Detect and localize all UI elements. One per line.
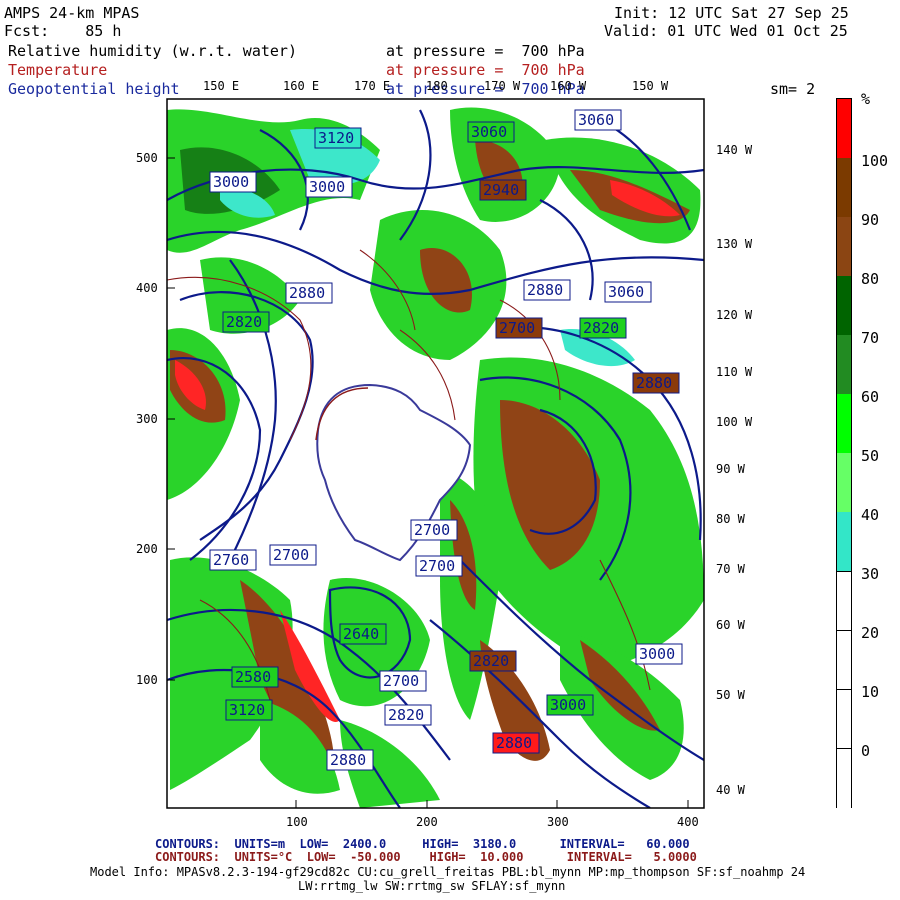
height-label-box: 2880 bbox=[285, 282, 333, 304]
height-label-text: 2820 bbox=[388, 706, 424, 724]
height-label-text: 2580 bbox=[235, 668, 271, 686]
height-label-box: 2700 bbox=[379, 670, 427, 692]
height-label-box: 2820 bbox=[384, 704, 432, 726]
colorbar bbox=[836, 98, 852, 808]
colorbar-segment bbox=[837, 689, 851, 749]
height-label-text: 2880 bbox=[636, 374, 672, 392]
colorbar-segment bbox=[837, 571, 851, 631]
height-label-box: 2700 bbox=[410, 519, 458, 541]
height-label-box: 2760 bbox=[209, 549, 257, 571]
colorbar-segment bbox=[837, 335, 851, 394]
height-label-box: 2820 bbox=[222, 311, 270, 333]
height-label-text: 3000 bbox=[309, 178, 345, 196]
height-label-box: 3060 bbox=[574, 109, 622, 131]
footer-height-contours: CONTOURS: UNITS=m LOW= 2400.0 HIGH= 3180… bbox=[155, 837, 690, 851]
height-label-text: 2700 bbox=[273, 546, 309, 564]
colorbar-label: 30 bbox=[861, 565, 880, 583]
height-label-text: 2640 bbox=[343, 625, 379, 643]
colorbar-label: 70 bbox=[861, 329, 880, 347]
colorbar-unit: % bbox=[861, 90, 871, 108]
height-label-text: 2880 bbox=[496, 734, 532, 752]
height-label-text: 2700 bbox=[419, 557, 455, 575]
colorbar-label: 100 bbox=[861, 152, 889, 170]
height-label-box: 3060 bbox=[467, 121, 515, 143]
height-label-text: 3000 bbox=[550, 696, 586, 714]
height-label-box: 3000 bbox=[209, 171, 257, 193]
colorbar-label: 60 bbox=[861, 388, 880, 406]
colorbar-segment bbox=[837, 512, 851, 571]
height-label-box: 2880 bbox=[326, 749, 374, 771]
height-label-box: 2820 bbox=[469, 650, 517, 672]
height-label-text: 3060 bbox=[471, 123, 507, 141]
colorbar-label: 50 bbox=[861, 447, 880, 465]
colorbar-label: 80 bbox=[861, 270, 880, 288]
height-label-text: 2880 bbox=[527, 281, 563, 299]
weather-map: 3120 3060 3060 3000 3000 2940 2880 2820 … bbox=[166, 98, 705, 809]
colorbar-label: 40 bbox=[861, 506, 880, 524]
height-label-box: 2640 bbox=[339, 623, 387, 645]
height-label-text: 2820 bbox=[226, 313, 262, 331]
map-area: 3120 3060 3060 3000 3000 2940 2880 2820 … bbox=[167, 99, 704, 808]
height-label-box: 2940 bbox=[479, 179, 527, 201]
height-label-box: 2880 bbox=[632, 372, 680, 394]
height-label-text: 3120 bbox=[318, 129, 354, 147]
colorbar-label: 90 bbox=[861, 211, 880, 229]
footer-model-info-2: LW:rrtmg_lw SW:rrtmg_sw SFLAY:sf_mynn bbox=[298, 879, 566, 893]
height-label-text: 2820 bbox=[583, 319, 619, 337]
height-label-box: 2700 bbox=[495, 317, 543, 339]
colorbar-label: 10 bbox=[861, 683, 880, 701]
footer-model-info: Model Info: MPASv8.2.3-194-gf29cd82c CU:… bbox=[90, 865, 806, 879]
height-label-box: 2880 bbox=[492, 732, 540, 754]
height-label-text: 3060 bbox=[608, 283, 644, 301]
height-label-box: 2820 bbox=[579, 317, 627, 339]
height-label-text: 2880 bbox=[289, 284, 325, 302]
height-label-text: 3000 bbox=[639, 645, 675, 663]
colorbar-segment bbox=[837, 748, 851, 808]
height-label-text: 2700 bbox=[383, 672, 419, 690]
colorbar-label: 0 bbox=[861, 742, 871, 760]
height-label-text: 3060 bbox=[578, 111, 614, 129]
colorbar-segment bbox=[837, 158, 851, 217]
colorbar-segment bbox=[837, 276, 851, 335]
footer-temp-contours: CONTOURS: UNITS=°C LOW= -50.000 HIGH= 10… bbox=[155, 850, 697, 864]
height-label-box: 3120 bbox=[314, 127, 362, 149]
colorbar-segment bbox=[837, 394, 851, 453]
height-label-text: 2700 bbox=[414, 521, 450, 539]
colorbar-segment bbox=[837, 630, 851, 690]
height-label-box: 3000 bbox=[305, 176, 353, 198]
colorbar-label: 20 bbox=[861, 624, 880, 642]
height-label-text: 2760 bbox=[213, 551, 249, 569]
height-label-box: 3060 bbox=[604, 281, 652, 303]
height-label-box: 2700 bbox=[269, 544, 317, 566]
height-label-box: 2880 bbox=[523, 279, 571, 301]
colorbar-segment bbox=[837, 217, 851, 276]
height-label-box: 3000 bbox=[546, 694, 594, 716]
height-label-box: 2700 bbox=[415, 555, 463, 577]
height-label-box: 2580 bbox=[231, 666, 279, 688]
colorbar-segment bbox=[837, 453, 851, 512]
height-label-text: 2880 bbox=[330, 751, 366, 769]
height-label-text: 2700 bbox=[499, 319, 535, 337]
height-label-box: 3120 bbox=[225, 699, 273, 721]
height-label-text: 3120 bbox=[229, 701, 265, 719]
height-label-text: 3000 bbox=[213, 173, 249, 191]
height-label-text: 2940 bbox=[483, 181, 519, 199]
height-label-text: 2820 bbox=[473, 652, 509, 670]
colorbar-segment bbox=[837, 99, 851, 158]
height-label-box: 3000 bbox=[635, 643, 683, 665]
